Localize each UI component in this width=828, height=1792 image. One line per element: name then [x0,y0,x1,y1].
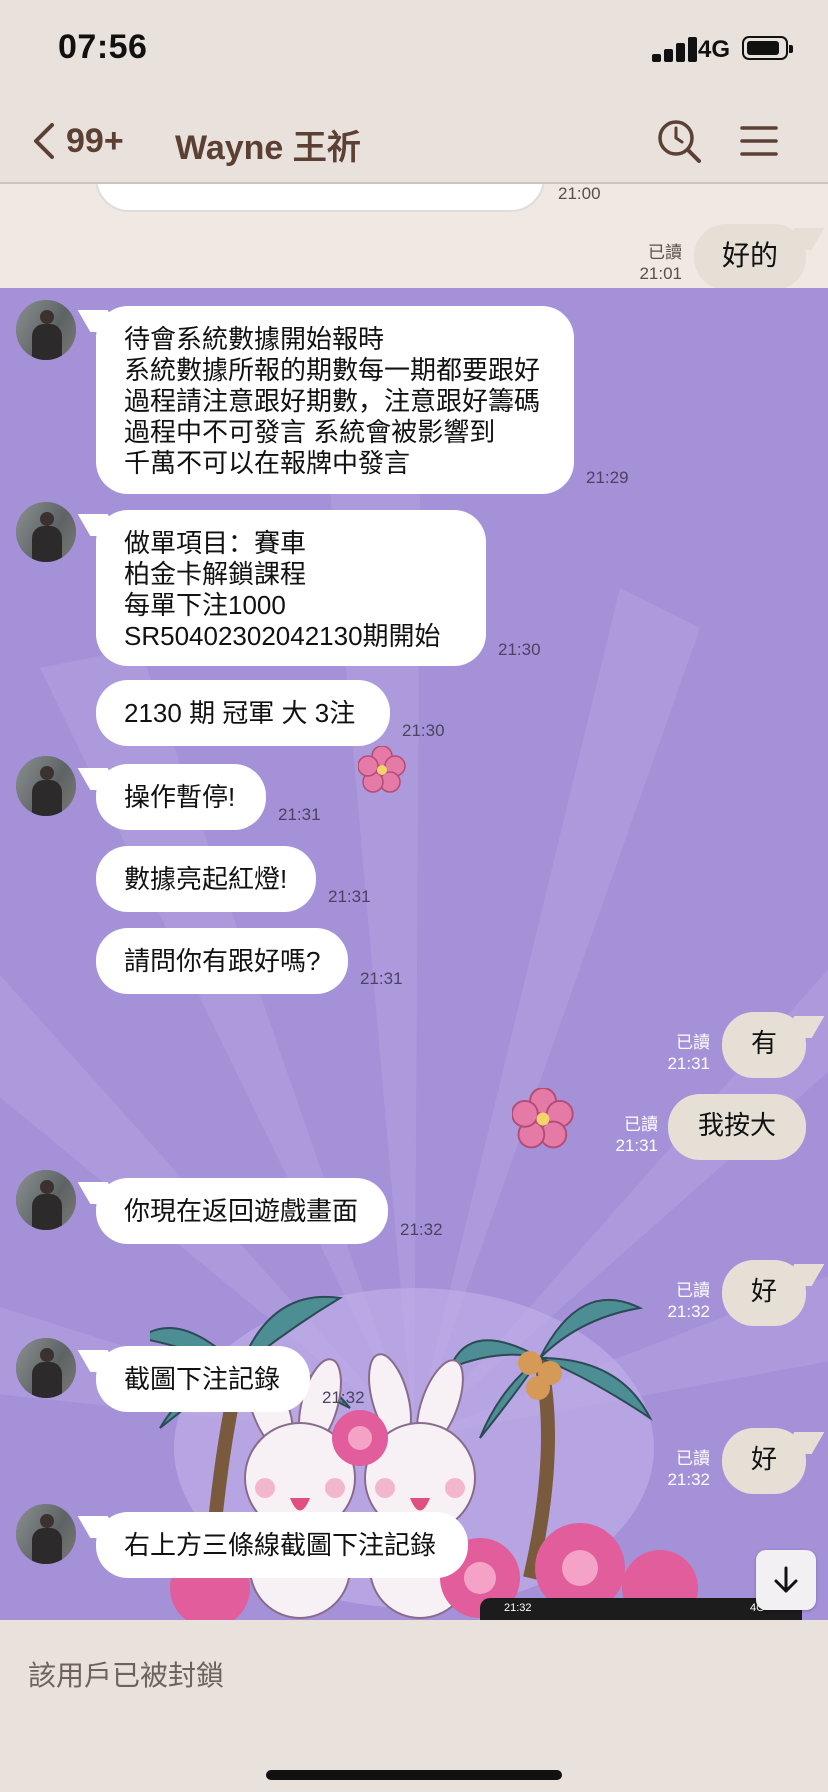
hibiscus-flower-icon [512,1088,574,1149]
blocked-notice: 該用戶已被封鎖 [28,1660,225,1691]
avatar[interactable] [16,300,76,360]
message-time: 21:29 [586,468,629,487]
hamburger-menu-icon [740,126,778,156]
status-bar: 07:56 4G [0,0,828,100]
signal-icon [652,36,704,62]
chevron-left-icon [34,123,54,159]
message-bubble[interactable]: 操作暫停! [96,764,266,830]
status-time: 07:56 [58,28,148,66]
read-receipt: 已讀 21:31 [615,1115,658,1155]
message-time: 21:31 [360,969,403,988]
avatar[interactable] [16,756,76,816]
message-bubble[interactable]: 待會系統數據開始報時 系統數據所報的期數每一期都要跟好 過程請注意跟好期數，注意… [96,306,574,494]
chat-header: 99+ Wayne 王祈 [0,100,828,184]
menu-button[interactable] [734,116,784,166]
message-bubble[interactable]: 請問你有跟好嗎? [96,928,348,994]
message-time: 21:31 [328,887,371,906]
read-receipt: 已讀 21:32 [667,1449,710,1489]
arrow-down-icon [774,1566,798,1593]
message-bubble[interactable]: 2130 期 冠軍 大 3注 [96,680,390,746]
scroll-to-bottom-button[interactable] [756,1550,816,1610]
avatar[interactable] [16,1504,76,1564]
message-time: 21:00 [558,184,601,203]
battery-icon [742,36,793,60]
message-time: 21:31 [278,805,321,824]
read-receipt: 已讀 21:31 [667,1033,710,1073]
message-time: 21:30 [498,640,541,659]
search-icon [658,120,701,163]
search-button[interactable] [654,116,704,166]
read-receipt: 已讀 21:32 [667,1281,710,1321]
message-bubble[interactable]: 做單項目：賽車 柏金卡解鎖課程 每單下注1000 SR5040230204213… [96,510,486,666]
my-message-bubble[interactable]: 好的 [694,224,806,288]
home-indicator[interactable] [266,1770,562,1780]
message-time: 21:30 [402,721,445,740]
chat-title: Wayne 王祈 [175,129,361,167]
network-type: 4G [698,36,731,63]
message-bubble[interactable]: 截圖下注記錄 [96,1346,310,1412]
my-message-bubble[interactable]: 好 [722,1428,806,1494]
previous-messages: 21:00 已讀 21:01 好的 [0,184,828,288]
read-receipt: 已讀 21:01 [639,243,682,283]
message-time: 21:32 [322,1388,365,1407]
message-bubble[interactable]: 你現在返回遊戲畫面 [96,1178,388,1244]
message-bubble[interactable]: 右上方三條線截圖下注記錄 [96,1512,468,1578]
my-message-bubble[interactable]: 好 [722,1260,806,1326]
avatar[interactable] [16,1338,76,1398]
back-button[interactable]: 99+ [30,116,140,166]
unread-count: 99+ [66,121,124,160]
message-bubble[interactable]: 數據亮起紅燈! [96,846,316,912]
message-time: 21:32 [400,1220,443,1239]
partial-message-bubble[interactable] [95,184,545,212]
screenshot-preview[interactable]: 21:32 4G [480,1598,802,1620]
hibiscus-flower-icon [358,746,406,793]
my-message-bubble[interactable]: 我按大 [668,1094,806,1160]
avatar[interactable] [16,1170,76,1230]
my-message-bubble[interactable]: 有 [722,1012,806,1078]
avatar[interactable] [16,502,76,562]
chat-area[interactable]: 待會系統數據開始報時 系統數據所報的期數每一期都要跟好 過程請注意跟好期數，注意… [0,288,828,1620]
preview-time: 21:32 [504,1602,532,1614]
input-bar: 該用戶已被封鎖 [0,1620,828,1792]
